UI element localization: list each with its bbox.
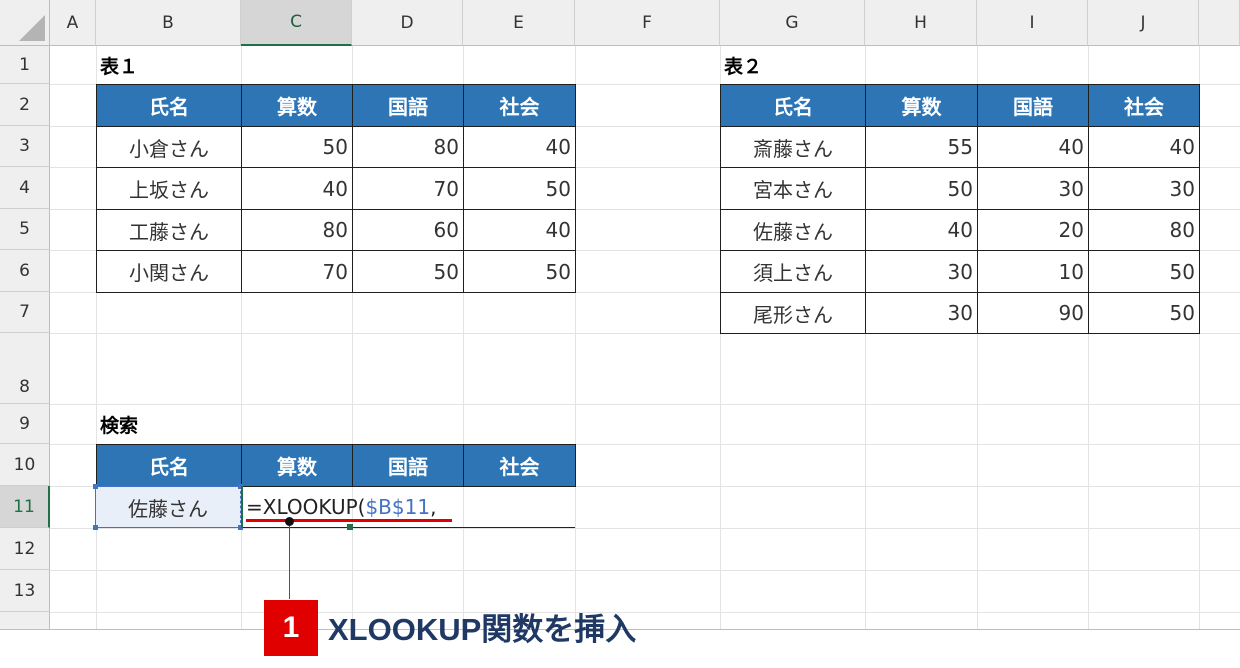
table1-score-cell[interactable]: 70 <box>352 167 464 210</box>
row-header-13[interactable]: 13 <box>0 570 50 612</box>
column-header-a[interactable]: A <box>50 0 96 46</box>
search-header-cell[interactable]: 氏名 <box>96 444 242 487</box>
column-header-g[interactable]: G <box>720 0 865 46</box>
table1-header-cell[interactable]: 社会 <box>463 84 576 127</box>
callout-step-number: 1 <box>264 600 318 656</box>
search-header-cell[interactable]: 国語 <box>352 444 464 487</box>
table1-name-cell[interactable]: 上坂さん <box>96 167 242 210</box>
table2-header-cell[interactable]: 氏名 <box>720 84 866 127</box>
callout-connector-line <box>289 521 290 599</box>
table1-score-cell[interactable]: 50 <box>463 167 576 210</box>
row-header-3[interactable]: 3 <box>0 126 50 167</box>
table2-score-cell[interactable]: 50 <box>1088 250 1200 293</box>
table2-header-cell[interactable]: 国語 <box>977 84 1089 127</box>
table2-name-cell[interactable]: 斎藤さん <box>720 126 866 168</box>
table2-score-cell[interactable]: 90 <box>977 292 1089 334</box>
formula-function-text: =XLOOKUP( <box>246 494 366 519</box>
search-header-cell[interactable]: 社会 <box>463 444 576 487</box>
row-header-4[interactable]: 4 <box>0 167 50 209</box>
gridline-horizontal <box>50 612 1240 613</box>
row-header-9[interactable]: 9 <box>0 404 50 444</box>
table2-score-cell[interactable]: 30 <box>865 292 978 334</box>
row-header-7[interactable]: 7 <box>0 292 50 333</box>
table1-header-cell[interactable]: 算数 <box>241 84 353 127</box>
table2-score-cell[interactable]: 40 <box>977 126 1089 168</box>
column-header-e[interactable]: E <box>463 0 575 46</box>
spreadsheet-grid[interactable]: ABCDEFGHIJ 1 2 3 4 5 6 7 8 9 10 11 12 13 表１ 氏名 算数 国語 社会… <box>0 0 1240 630</box>
table1-header-cell[interactable]: 氏名 <box>96 84 242 127</box>
table1-title: 表１ <box>100 55 139 78</box>
table1-score-cell[interactable]: 70 <box>241 250 353 293</box>
callout-label: XLOOKUP関数を挿入 <box>328 612 637 647</box>
table2-name-cell[interactable]: 宮本さん <box>720 167 866 210</box>
table1-score-cell[interactable]: 40 <box>463 126 576 168</box>
search-header-cell[interactable]: 算数 <box>241 444 353 487</box>
table1-score-cell[interactable]: 50 <box>352 250 464 293</box>
table1-score-cell[interactable]: 80 <box>241 209 353 251</box>
table2-name-cell[interactable]: 須上さん <box>720 250 866 293</box>
column-header-filler <box>1199 0 1240 46</box>
table2-name-cell[interactable]: 佐藤さん <box>720 209 866 251</box>
table2-score-cell[interactable]: 50 <box>865 167 978 210</box>
table1-name-cell[interactable]: 小関さん <box>96 250 242 293</box>
column-header-h[interactable]: H <box>865 0 977 46</box>
row-header-filler <box>0 612 50 629</box>
table2-score-cell[interactable]: 30 <box>977 167 1089 210</box>
ref-handle-tl <box>93 484 98 489</box>
table1-header-cell[interactable]: 国語 <box>352 84 464 127</box>
gridline-horizontal <box>50 570 1240 571</box>
table2-score-cell[interactable]: 80 <box>1088 209 1200 251</box>
table2-score-cell[interactable]: 10 <box>977 250 1089 293</box>
table1-name-cell[interactable]: 小倉さん <box>96 126 242 168</box>
ref-handle-bl <box>93 525 98 530</box>
select-all-triangle-icon <box>19 15 45 41</box>
column-header-i[interactable]: I <box>977 0 1088 46</box>
table1-score-cell[interactable]: 50 <box>463 250 576 293</box>
row-header-10[interactable]: 10 <box>0 444 50 486</box>
search-title: 検索 <box>100 414 139 437</box>
search-name-cell[interactable]: 佐藤さん <box>95 486 241 528</box>
formula-separator-text: , <box>430 494 437 519</box>
callout-connector-dot <box>285 517 294 526</box>
column-header-c[interactable]: C <box>241 0 352 46</box>
row-header-11[interactable]: 11 <box>0 486 50 528</box>
active-cell-border-left <box>241 486 243 528</box>
table2-score-cell[interactable]: 30 <box>865 250 978 293</box>
table1-name-cell[interactable]: 工藤さん <box>96 209 242 251</box>
table2-score-cell[interactable]: 20 <box>977 209 1089 251</box>
row-header-6[interactable]: 6 <box>0 250 50 292</box>
active-cell-fill-handle[interactable] <box>347 524 353 530</box>
table1-score-cell[interactable]: 40 <box>463 209 576 251</box>
row-header-2[interactable]: 2 <box>0 84 50 126</box>
table2-header-cell[interactable]: 算数 <box>865 84 978 127</box>
row-header-5[interactable]: 5 <box>0 209 50 250</box>
table2-score-cell[interactable]: 55 <box>865 126 978 168</box>
column-header-b[interactable]: B <box>96 0 241 46</box>
table2-header-cell[interactable]: 社会 <box>1088 84 1200 127</box>
table1-score-cell[interactable]: 40 <box>241 167 353 210</box>
row-header-8[interactable]: 8 <box>0 333 50 404</box>
table2-title: 表２ <box>724 55 763 78</box>
column-header-j[interactable]: J <box>1088 0 1199 46</box>
table2-score-cell[interactable]: 50 <box>1088 292 1200 334</box>
gridline-horizontal <box>50 528 1240 529</box>
table1-score-cell[interactable]: 50 <box>241 126 353 168</box>
column-header-d[interactable]: D <box>352 0 463 46</box>
row-header-12[interactable]: 12 <box>0 528 50 570</box>
formula-reference-text: $B$11 <box>365 494 431 519</box>
formula-underline <box>246 519 452 522</box>
table1-score-cell[interactable]: 60 <box>352 209 464 251</box>
table2-score-cell[interactable]: 30 <box>1088 167 1200 210</box>
select-all-corner[interactable] <box>0 0 50 46</box>
column-header-f[interactable]: F <box>575 0 720 46</box>
table2-name-cell[interactable]: 尾形さん <box>720 292 866 334</box>
table2-score-cell[interactable]: 40 <box>865 209 978 251</box>
table1-score-cell[interactable]: 80 <box>352 126 464 168</box>
row-header-1[interactable]: 1 <box>0 46 50 84</box>
table2-score-cell[interactable]: 40 <box>1088 126 1200 168</box>
